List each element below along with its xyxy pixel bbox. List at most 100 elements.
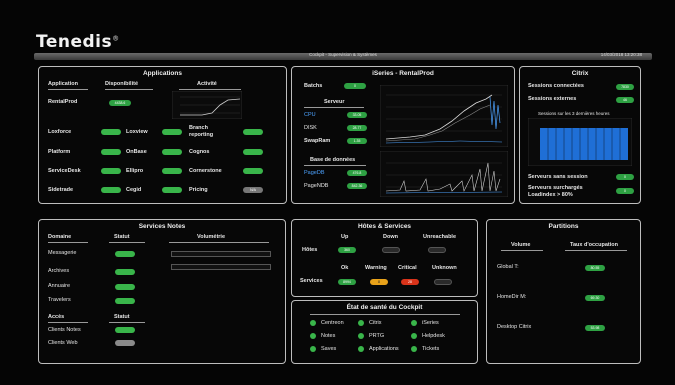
bdd-chart (380, 151, 508, 197)
partition-homedir-value: 69.30 (585, 295, 605, 301)
serveurs-surcharges-value: 0 (616, 188, 634, 194)
rentalprod-label: RentalProd (48, 99, 78, 105)
acces-clients-web: Clients Web (48, 340, 78, 346)
status-dot-prtg (358, 333, 364, 339)
cockpit-iseries: iSeries (422, 320, 439, 326)
col-volume: Volume (511, 242, 531, 248)
app-cognos: Cognos (189, 149, 210, 155)
pagendb-label: PageNDB (304, 183, 329, 189)
services-notes-panel: Services Notes Domaine Statut Volumétrie… (38, 219, 286, 364)
pagedb-value: 476.8 (347, 170, 367, 176)
hosts-title: Hôtes & Services (357, 223, 412, 230)
cockpit-tickets: Tickets (422, 346, 440, 352)
status-dot-saves (310, 346, 316, 352)
services-label: Services (300, 278, 323, 284)
app-cornerstone: Cornerstone (189, 168, 222, 174)
batchs-value: 0 (344, 83, 366, 89)
citrix-title: Citrix (571, 70, 589, 77)
sessions-externes-label: Sessions externes (528, 96, 577, 102)
app-cegid: Cegid (126, 187, 142, 193)
status-archives (115, 269, 135, 275)
cockpit-helpdesk: Helpdesk (422, 333, 445, 339)
cockpit-prtg: PRTG (369, 333, 385, 339)
cockpit-citrix: Citrix (369, 320, 382, 326)
header-subtitle: Cockpit - Supervision & Systèmes (309, 52, 377, 57)
status-cegid (162, 187, 182, 193)
hotes-label: Hôtes (302, 247, 318, 253)
rentalprod-activity-chart (172, 91, 242, 119)
status-pricing: N/A (243, 187, 263, 193)
applications-panel: Applications Application Disponibilité A… (38, 66, 287, 204)
col-disponibilite: Disponibilité (105, 81, 138, 87)
status-dot-applications (358, 346, 364, 352)
partitions-title: Partitions (548, 223, 579, 230)
app-branch-reporting: Branch reporting (189, 125, 214, 138)
citrix-chart-title: Sessions sur les 3 dernières heures (538, 111, 610, 116)
citrix-sessions-chart (528, 118, 632, 166)
cockpit-health-panel: État de santé du Cockpit Centreon Citrix… (291, 300, 478, 364)
col-activite: Activité (197, 81, 217, 87)
serveurs-sans-session-label: Serveurs sans session (528, 174, 588, 180)
cpu-label: CPU (304, 112, 316, 118)
sessions-externes-value: 46 (616, 97, 634, 103)
iseries-title: iSeries - RentalProd (372, 70, 434, 77)
col-domaine: Domaine (48, 234, 72, 240)
col-unknown: Unknown (432, 265, 457, 271)
status-sidetrade (101, 187, 121, 193)
services-critical-value: 28 (401, 279, 419, 285)
col-down: Down (383, 234, 398, 240)
iseries-panel: iSeries - RentalProd Batchs 0 Serveur CP… (291, 66, 515, 204)
partitions-panel: Partitions Volume Taux d'occupation Glob… (486, 219, 641, 364)
status-branch-reporting (243, 129, 263, 135)
app-onbase: OnBase (126, 149, 147, 155)
serveur-chart (380, 85, 508, 147)
col-ok: Ok (341, 265, 349, 271)
app-sidetrade: Sidetrade (48, 187, 74, 193)
swapram-value: 1.35 (347, 138, 367, 144)
disk-value: 28.77 (347, 125, 367, 131)
cpu-value: 33.05 (347, 112, 367, 118)
status-loxforce (101, 129, 121, 135)
sessions-connectees-value: 7830 (616, 84, 634, 90)
swapram-label: SwapRam (304, 138, 331, 144)
cockpit-title: État de santé du Cockpit (346, 304, 423, 311)
status-dot-centreon (310, 320, 316, 326)
status-loxview (162, 129, 182, 135)
serveur-title: Serveur (324, 99, 345, 105)
partition-global-value: 80.55 (585, 265, 605, 271)
rentalprod-value: 4438.6 (109, 100, 131, 106)
cockpit-centreon: Centreon (321, 320, 344, 326)
cockpit-applications: Applications (369, 346, 399, 352)
col-application: Application (48, 81, 78, 87)
col-volumetrie: Volumétrie (197, 234, 226, 240)
disk-label: DISK (304, 125, 317, 131)
serveurs-sans-session-value: 0 (616, 174, 634, 180)
status-cognos (243, 149, 263, 155)
header-bar: Cockpit - Supervision & Systèmes 14/03/2… (34, 52, 652, 60)
bdd-title: Base de données (310, 157, 356, 163)
app-pricing: Pricing (189, 187, 208, 193)
col-taux: Taux d'occupation (570, 242, 618, 248)
status-servicedesk (101, 168, 121, 174)
notes-messagerie: Messagerie (48, 250, 77, 256)
partition-desktop-citrix: Desktop Citrix (497, 324, 532, 330)
app-loxforce: Loxforce (48, 129, 72, 135)
status-dot-helpdesk (411, 333, 417, 339)
app-ellipro: Ellipro (126, 168, 144, 174)
services-ok-value: 8994 (338, 279, 356, 285)
col-acces-statut: Statut (114, 314, 130, 320)
hosts-services-panel: Hôtes & Services Up Down Unreachable Hôt… (291, 219, 478, 297)
pagendb-value: 842.36 (347, 183, 367, 189)
pagedb-label: PageDB (304, 170, 325, 176)
status-messagerie (115, 251, 135, 257)
status-onbase (162, 149, 182, 155)
cockpit-saves: Saves (321, 346, 337, 352)
partition-desktop-citrix-value: 53.98 (585, 325, 605, 331)
app-servicedesk: ServiceDesk (48, 168, 81, 174)
status-platform (101, 149, 121, 155)
status-ellipro (162, 168, 182, 174)
services-warning-value: 8 (370, 279, 388, 285)
app-platform: Platform (48, 149, 71, 155)
col-statut: Statut (114, 234, 130, 240)
notes-annuaire: Annuaire (48, 283, 71, 289)
